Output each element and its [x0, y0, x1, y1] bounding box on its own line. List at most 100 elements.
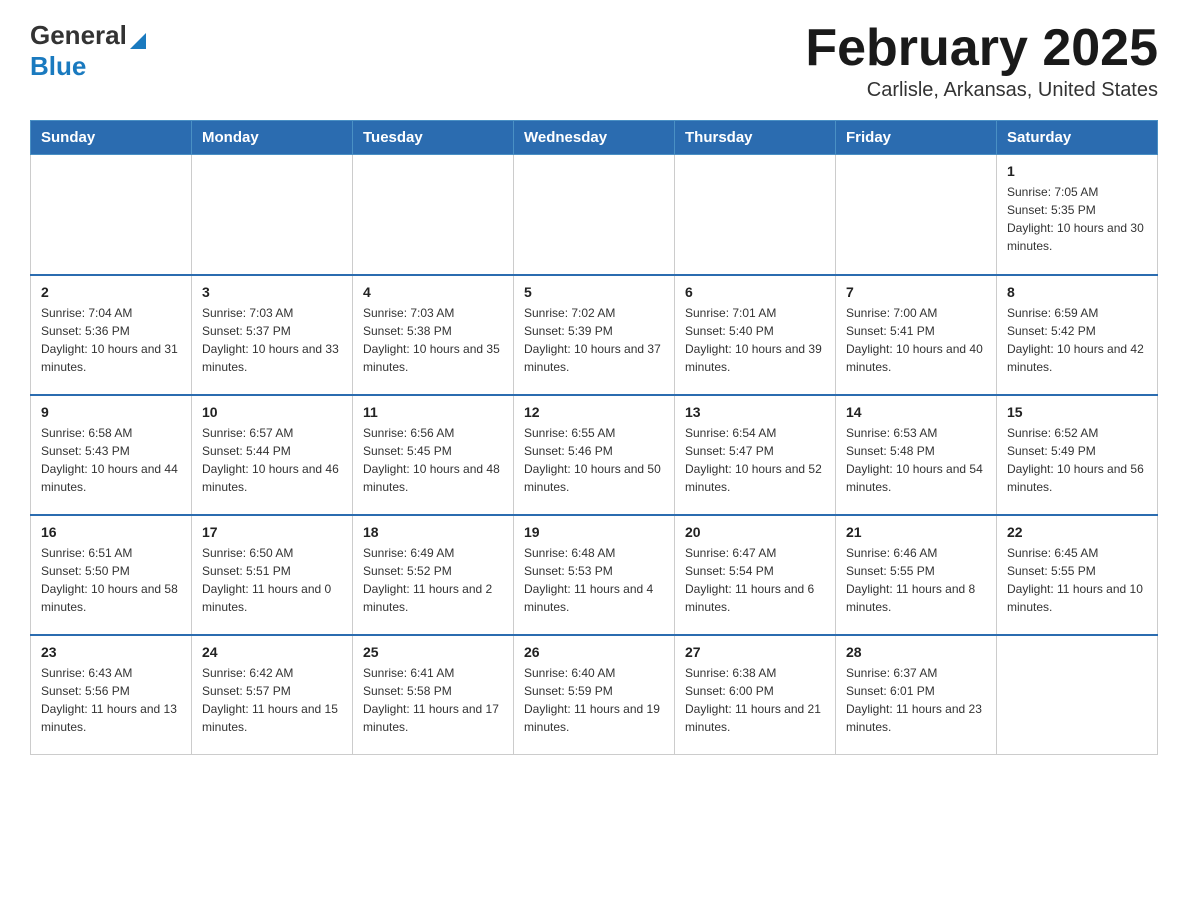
- logo-arrow-icon: [130, 33, 146, 49]
- day-info: Sunrise: 6:54 AMSunset: 5:47 PMDaylight:…: [685, 424, 825, 496]
- calendar-day-cell: [675, 155, 836, 275]
- day-number: 15: [1007, 404, 1147, 420]
- day-number: 22: [1007, 524, 1147, 540]
- day-number: 18: [363, 524, 503, 540]
- day-info: Sunrise: 7:01 AMSunset: 5:40 PMDaylight:…: [685, 304, 825, 376]
- day-number: 26: [524, 644, 664, 660]
- day-info: Sunrise: 6:52 AMSunset: 5:49 PMDaylight:…: [1007, 424, 1147, 496]
- calendar-day-cell: 2 Sunrise: 7:04 AMSunset: 5:36 PMDaylight…: [31, 275, 192, 395]
- day-number: 20: [685, 524, 825, 540]
- day-info: Sunrise: 6:37 AMSunset: 6:01 PMDaylight:…: [846, 664, 986, 736]
- calendar-day-cell: 24 Sunrise: 6:42 AMSunset: 5:57 PMDayligh…: [192, 635, 353, 755]
- day-number: 4: [363, 284, 503, 300]
- calendar-day-cell: 17 Sunrise: 6:50 AMSunset: 5:51 PMDayligh…: [192, 515, 353, 635]
- weekday-header-wednesday: Wednesday: [514, 121, 675, 155]
- calendar-day-cell: 21 Sunrise: 6:46 AMSunset: 5:55 PMDayligh…: [836, 515, 997, 635]
- calendar-day-cell: 22 Sunrise: 6:45 AMSunset: 5:55 PMDayligh…: [997, 515, 1158, 635]
- logo: General Blue: [30, 20, 146, 82]
- day-info: Sunrise: 6:57 AMSunset: 5:44 PMDaylight:…: [202, 424, 342, 496]
- weekday-header-thursday: Thursday: [675, 121, 836, 155]
- calendar-day-cell: 7Sunrise: 7:00 AMSunset: 5:41 PMDaylight…: [836, 275, 997, 395]
- calendar-week-row: 2 Sunrise: 7:04 AMSunset: 5:36 PMDaylight…: [31, 275, 1158, 395]
- day-number: 8: [1007, 284, 1147, 300]
- day-number: 13: [685, 404, 825, 420]
- calendar-day-cell: 16 Sunrise: 6:51 AMSunset: 5:50 PMDayligh…: [31, 515, 192, 635]
- calendar-day-cell: 6 Sunrise: 7:01 AMSunset: 5:40 PMDaylight…: [675, 275, 836, 395]
- calendar-day-cell: 4 Sunrise: 7:03 AMSunset: 5:38 PMDaylight…: [353, 275, 514, 395]
- calendar-day-cell: [997, 635, 1158, 755]
- day-info: Sunrise: 6:40 AMSunset: 5:59 PMDaylight:…: [524, 664, 664, 736]
- day-info: Sunrise: 6:55 AMSunset: 5:46 PMDaylight:…: [524, 424, 664, 496]
- day-number: 23: [41, 644, 181, 660]
- day-info: Sunrise: 6:50 AMSunset: 5:51 PMDaylight:…: [202, 544, 342, 616]
- weekday-header-friday: Friday: [836, 121, 997, 155]
- calendar-day-cell: 19Sunrise: 6:48 AMSunset: 5:53 PMDayligh…: [514, 515, 675, 635]
- calendar-day-cell: 28 Sunrise: 6:37 AMSunset: 6:01 PMDayligh…: [836, 635, 997, 755]
- day-info: Sunrise: 6:41 AMSunset: 5:58 PMDaylight:…: [363, 664, 503, 736]
- calendar-day-cell: 10 Sunrise: 6:57 AMSunset: 5:44 PMDayligh…: [192, 395, 353, 515]
- calendar-day-cell: 1Sunrise: 7:05 AMSunset: 5:35 PMDaylight…: [997, 155, 1158, 275]
- calendar-day-cell: [31, 155, 192, 275]
- day-info: Sunrise: 6:46 AMSunset: 5:55 PMDaylight:…: [846, 544, 986, 616]
- title-block: February 2025 Carlisle, Arkansas, United…: [805, 20, 1158, 102]
- calendar-day-cell: 26 Sunrise: 6:40 AMSunset: 5:59 PMDayligh…: [514, 635, 675, 755]
- day-info: Sunrise: 6:43 AMSunset: 5:56 PMDaylight:…: [41, 664, 181, 736]
- calendar-day-cell: 13 Sunrise: 6:54 AMSunset: 5:47 PMDayligh…: [675, 395, 836, 515]
- day-info: Sunrise: 7:04 AMSunset: 5:36 PMDaylight:…: [41, 304, 181, 376]
- day-info: Sunrise: 7:02 AMSunset: 5:39 PMDaylight:…: [524, 304, 664, 376]
- day-info: Sunrise: 6:42 AMSunset: 5:57 PMDaylight:…: [202, 664, 342, 736]
- day-number: 21: [846, 524, 986, 540]
- month-title: February 2025: [805, 20, 1158, 77]
- calendar-table: SundayMondayTuesdayWednesdayThursdayFrid…: [30, 120, 1158, 755]
- day-number: 6: [685, 284, 825, 300]
- day-info: Sunrise: 7:03 AMSunset: 5:37 PMDaylight:…: [202, 304, 342, 376]
- weekday-header-monday: Monday: [192, 121, 353, 155]
- weekday-header-sunday: Sunday: [31, 121, 192, 155]
- day-number: 2: [41, 284, 181, 300]
- day-number: 9: [41, 404, 181, 420]
- day-number: 14: [846, 404, 986, 420]
- day-info: Sunrise: 7:03 AMSunset: 5:38 PMDaylight:…: [363, 304, 503, 376]
- calendar-week-row: 1Sunrise: 7:05 AMSunset: 5:35 PMDaylight…: [31, 155, 1158, 275]
- day-info: Sunrise: 6:59 AMSunset: 5:42 PMDaylight:…: [1007, 304, 1147, 376]
- day-info: Sunrise: 6:56 AMSunset: 5:45 PMDaylight:…: [363, 424, 503, 496]
- calendar-day-cell: [836, 155, 997, 275]
- day-info: Sunrise: 6:48 AMSunset: 5:53 PMDaylight:…: [524, 544, 664, 616]
- day-number: 11: [363, 404, 503, 420]
- day-info: Sunrise: 6:47 AMSunset: 5:54 PMDaylight:…: [685, 544, 825, 616]
- day-number: 10: [202, 404, 342, 420]
- day-number: 28: [846, 644, 986, 660]
- day-info: Sunrise: 6:53 AMSunset: 5:48 PMDaylight:…: [846, 424, 986, 496]
- day-info: Sunrise: 7:00 AMSunset: 5:41 PMDaylight:…: [846, 304, 986, 376]
- calendar-day-cell: 12 Sunrise: 6:55 AMSunset: 5:46 PMDayligh…: [514, 395, 675, 515]
- day-number: 25: [363, 644, 503, 660]
- day-info: Sunrise: 6:49 AMSunset: 5:52 PMDaylight:…: [363, 544, 503, 616]
- calendar-day-cell: 8 Sunrise: 6:59 AMSunset: 5:42 PMDaylight…: [997, 275, 1158, 395]
- day-number: 24: [202, 644, 342, 660]
- calendar-day-cell: 23 Sunrise: 6:43 AMSunset: 5:56 PMDayligh…: [31, 635, 192, 755]
- weekday-header-tuesday: Tuesday: [353, 121, 514, 155]
- day-number: 27: [685, 644, 825, 660]
- day-info: Sunrise: 6:58 AMSunset: 5:43 PMDaylight:…: [41, 424, 181, 496]
- calendar-day-cell: 11 Sunrise: 6:56 AMSunset: 5:45 PMDayligh…: [353, 395, 514, 515]
- calendar-day-cell: 14 Sunrise: 6:53 AMSunset: 5:48 PMDayligh…: [836, 395, 997, 515]
- calendar-week-row: 23 Sunrise: 6:43 AMSunset: 5:56 PMDayligh…: [31, 635, 1158, 755]
- location-text: Carlisle, Arkansas, United States: [805, 79, 1158, 102]
- weekday-header-row: SundayMondayTuesdayWednesdayThursdayFrid…: [31, 121, 1158, 155]
- page-header: General Blue February 2025 Carlisle, Ark…: [30, 20, 1158, 102]
- day-number: 16: [41, 524, 181, 540]
- calendar-day-cell: 9 Sunrise: 6:58 AMSunset: 5:43 PMDaylight…: [31, 395, 192, 515]
- calendar-day-cell: 18 Sunrise: 6:49 AMSunset: 5:52 PMDayligh…: [353, 515, 514, 635]
- calendar-day-cell: [192, 155, 353, 275]
- day-number: 5: [524, 284, 664, 300]
- day-number: 17: [202, 524, 342, 540]
- day-info: Sunrise: 6:45 AMSunset: 5:55 PMDaylight:…: [1007, 544, 1147, 616]
- calendar-day-cell: [514, 155, 675, 275]
- day-number: 3: [202, 284, 342, 300]
- day-info: Sunrise: 6:51 AMSunset: 5:50 PMDaylight:…: [41, 544, 181, 616]
- calendar-day-cell: 25 Sunrise: 6:41 AMSunset: 5:58 PMDayligh…: [353, 635, 514, 755]
- calendar-day-cell: 15 Sunrise: 6:52 AMSunset: 5:49 PMDayligh…: [997, 395, 1158, 515]
- day-number: 12: [524, 404, 664, 420]
- calendar-day-cell: 27Sunrise: 6:38 AMSunset: 6:00 PMDayligh…: [675, 635, 836, 755]
- day-number: 1: [1007, 163, 1147, 179]
